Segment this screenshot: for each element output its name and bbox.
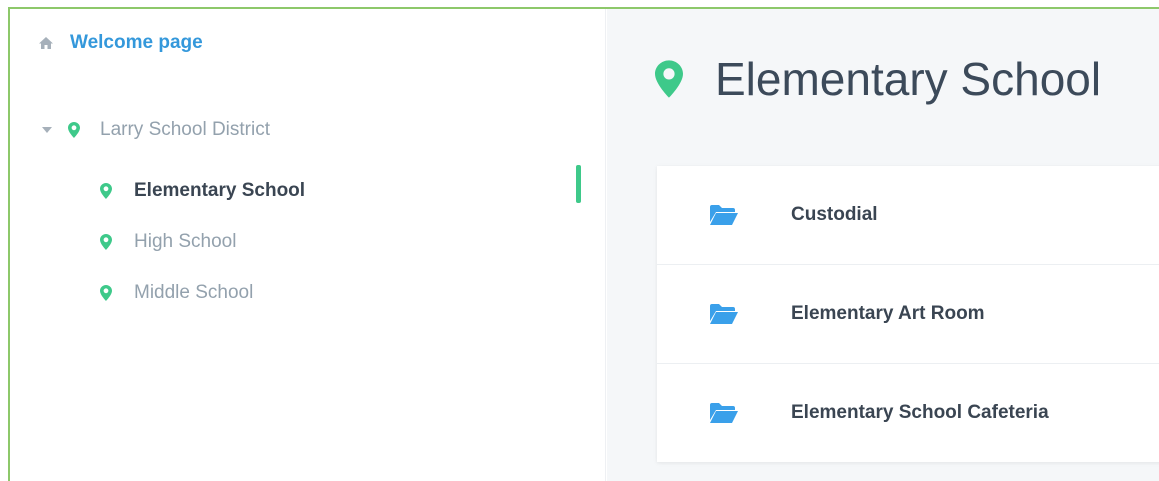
folder-label: Elementary Art Room	[791, 303, 985, 324]
main-content: Elementary School Custodial Elementary A…	[607, 9, 1159, 481]
tree-item-high-school[interactable]: High School	[100, 229, 236, 255]
folder-list: Custodial Elementary Art Room Elementary…	[657, 166, 1159, 462]
folder-label: Custodial	[791, 204, 878, 225]
tree-item-larry-school-district[interactable]: Larry School District	[42, 117, 270, 143]
caret-down-icon[interactable]	[42, 126, 52, 134]
tree-item-label: Larry School District	[100, 119, 270, 140]
folder-open-icon	[710, 403, 738, 423]
tree-item-label: High School	[134, 231, 237, 252]
map-pin-icon	[100, 234, 112, 250]
map-pin-icon	[100, 285, 112, 301]
tree-item-elementary-school[interactable]: Elementary School	[100, 178, 305, 204]
page-title: Elementary School	[715, 53, 1102, 105]
tree-item-middle-school[interactable]: Middle School	[100, 280, 253, 306]
home-icon	[39, 37, 53, 49]
folder-open-icon	[710, 205, 738, 225]
page-header: Elementary School	[655, 47, 1101, 111]
app-frame: Welcome page Larry School District Eleme…	[8, 7, 1159, 481]
sidebar: Welcome page Larry School District Eleme…	[10, 9, 606, 481]
folder-row-elementary-school-cafeteria[interactable]: Elementary School Cafeteria	[657, 364, 1159, 462]
folder-open-icon	[710, 304, 738, 324]
map-pin-icon	[655, 60, 683, 98]
map-pin-icon	[100, 183, 112, 199]
tree-item-label: Middle School	[134, 282, 254, 303]
folder-label: Elementary School Cafeteria	[791, 402, 1049, 423]
map-pin-icon	[68, 122, 80, 138]
welcome-page-label: Welcome page	[70, 32, 203, 53]
folder-row-elementary-art-room[interactable]: Elementary Art Room	[657, 265, 1159, 364]
welcome-page-link[interactable]: Welcome page	[38, 31, 203, 55]
tree-item-label: Elementary School	[134, 180, 306, 201]
active-item-indicator	[576, 165, 581, 203]
folder-row-custodial[interactable]: Custodial	[657, 166, 1159, 265]
